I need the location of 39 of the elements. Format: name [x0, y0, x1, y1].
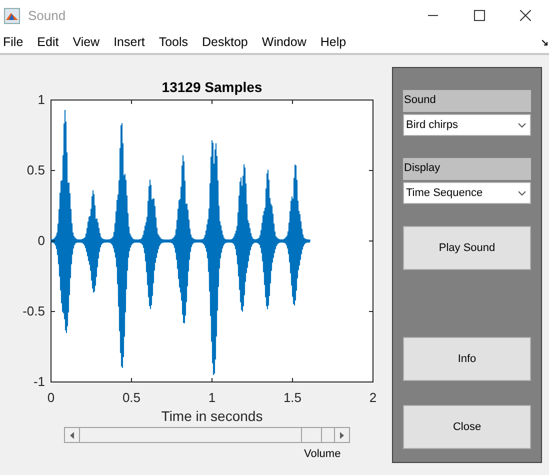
y-tick-label: -1: [33, 374, 45, 389]
volume-label: Volume: [304, 447, 342, 462]
y-tick-label: -0.5: [22, 304, 45, 318]
section-label: Sound: [403, 90, 531, 112]
y-tick-label: 0.5: [26, 162, 45, 178]
slider-thumb[interactable]: [301, 428, 322, 442]
menu-item[interactable]: Desktop: [202, 32, 248, 52]
x-tick-label: 0: [47, 390, 55, 405]
chevron-down-icon: [518, 122, 526, 128]
panel-button[interactable]: Play Sound: [403, 226, 531, 270]
dropdown[interactable]: Time Sequence: [403, 182, 531, 204]
dock-arrow-icon[interactable]: [542, 40, 548, 46]
menu-item[interactable]: Tools: [158, 32, 188, 52]
right-arrow-icon: [340, 432, 344, 438]
close-icon[interactable]: [520, 10, 531, 21]
section-label: Display: [403, 158, 531, 180]
y-tick-label: 0: [38, 233, 45, 248]
volume-slider[interactable]: [64, 427, 350, 443]
chevron-down-icon: [518, 190, 526, 196]
plot-title: 13129 Samples: [162, 79, 262, 95]
dropdown[interactable]: Bird chirps: [403, 114, 531, 136]
x-tick-label: 0.5: [122, 390, 141, 405]
x-tick-label: 2: [369, 390, 377, 405]
panel-button[interactable]: Info: [403, 337, 531, 381]
maximize-icon[interactable]: [474, 10, 485, 21]
left-arrow-icon: [70, 432, 74, 438]
x-tick-label: 1.5: [283, 390, 302, 405]
window-title: Sound: [28, 6, 66, 25]
menu-item[interactable]: View: [72, 32, 100, 52]
menu-item[interactable]: Window: [262, 32, 306, 52]
menu-item[interactable]: Insert: [114, 32, 145, 52]
x-axis-label: Time in seconds: [161, 408, 263, 424]
menu-item[interactable]: Help: [320, 32, 346, 52]
x-tick-label: 1: [208, 390, 216, 405]
y-tick-label: 1: [38, 92, 45, 107]
menu-item[interactable]: File: [3, 32, 24, 52]
menu-item[interactable]: Edit: [37, 32, 59, 52]
app-logo-icon: [4, 8, 20, 24]
panel-button[interactable]: Close: [403, 405, 531, 449]
